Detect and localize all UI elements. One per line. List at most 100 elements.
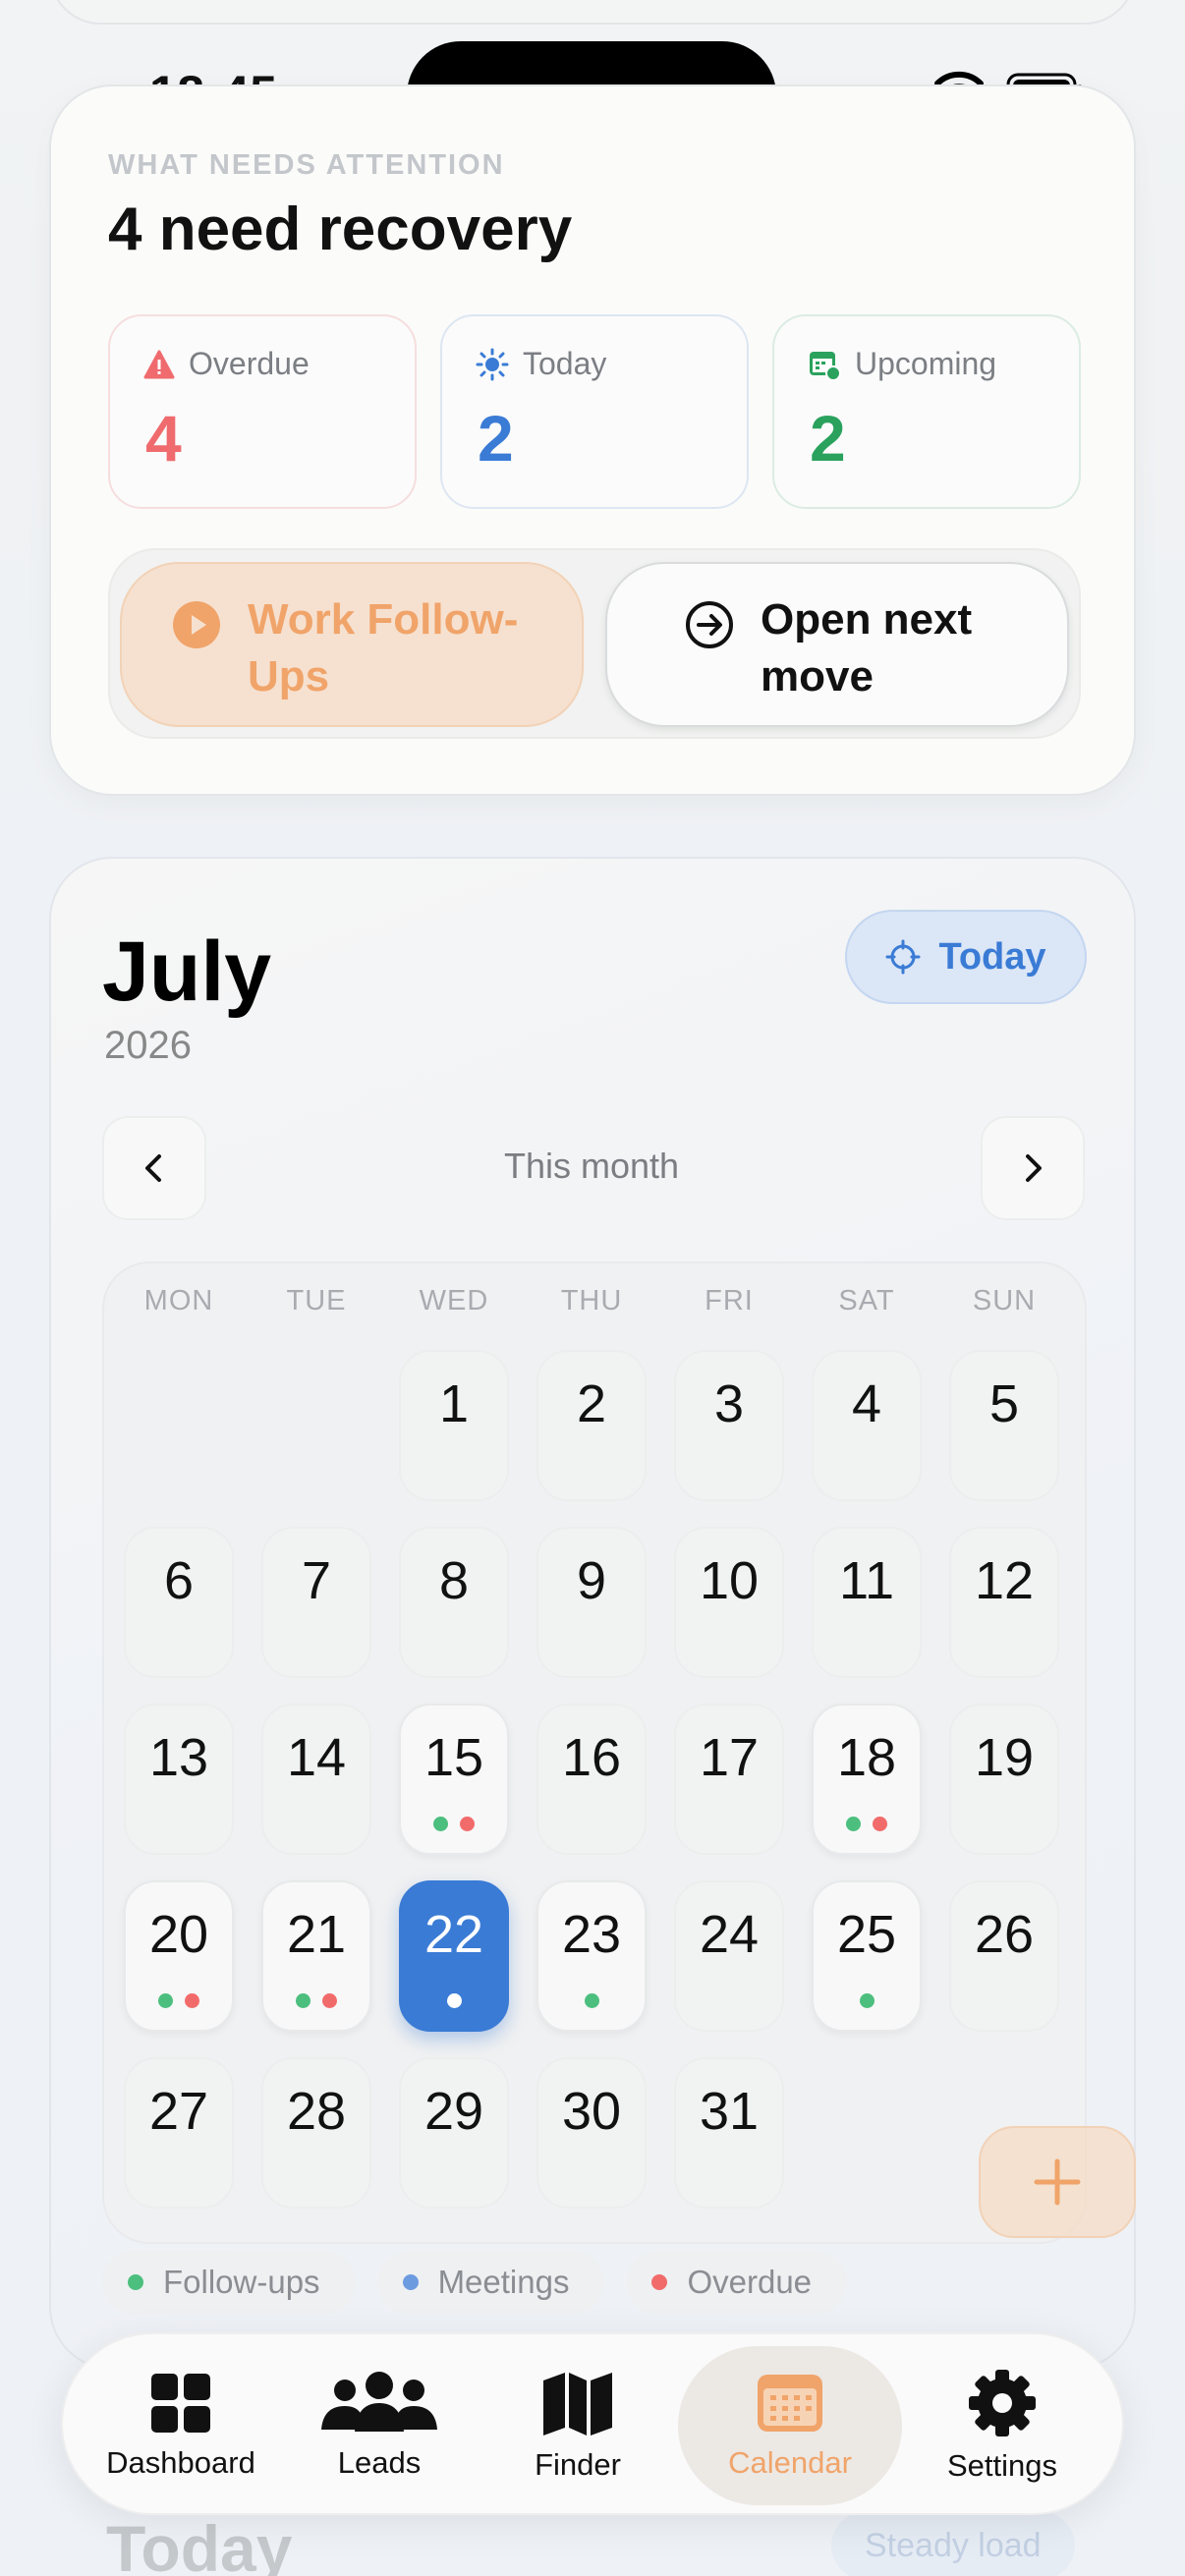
calendar-day[interactable]: 21 [261, 1880, 371, 2032]
followup-event-dot [158, 1993, 173, 2008]
plus-icon [1034, 2158, 1081, 2206]
calendar-day[interactable]: 5 [949, 1350, 1059, 1501]
calendar-day[interactable]: 10 [674, 1527, 784, 1678]
calendar-day[interactable]: 9 [536, 1527, 647, 1678]
tab-leads[interactable]: Leads [281, 2346, 478, 2505]
calendar-day[interactable]: 8 [399, 1527, 509, 1678]
work-follow-ups-button[interactable]: Work Follow-Ups [120, 562, 584, 727]
calendar-day[interactable]: 24 [674, 1880, 784, 2032]
day-number: 24 [699, 1905, 760, 1964]
arrow-circle-icon [686, 601, 733, 648]
tab-calendar-label: Calendar [728, 2445, 852, 2480]
followup-event-dot [584, 1993, 599, 2008]
day-number: 27 [148, 2082, 209, 2141]
followup-event-dot [433, 1817, 448, 1831]
calendar-day[interactable]: 1 [399, 1350, 509, 1501]
overdue-event-dot [873, 1817, 887, 1831]
weekday-header: MON [143, 1285, 214, 1316]
calendar-day[interactable]: 19 [949, 1704, 1059, 1855]
calendar-day[interactable]: 4 [812, 1350, 922, 1501]
day-number: 18 [836, 1728, 897, 1787]
selected-event-dot [446, 1993, 462, 2008]
calendar-day[interactable]: 3 [674, 1350, 784, 1501]
day-number: 23 [561, 1905, 622, 1964]
calendar-day[interactable]: 18 [812, 1704, 922, 1855]
calendar-day[interactable]: 31 [674, 2057, 784, 2209]
map-icon [543, 2373, 612, 2436]
overdue-count: 4 [145, 402, 182, 475]
day-number: 11 [838, 1551, 895, 1610]
gear-icon [969, 2370, 1036, 2436]
add-button[interactable] [979, 2126, 1136, 2238]
calendar-day[interactable]: 25 [812, 1880, 922, 2032]
overdue-event-dot [185, 1993, 199, 2008]
grid-icon [151, 2374, 210, 2433]
calendar-day[interactable]: 7 [261, 1527, 371, 1678]
legend-followups-label: Follow-ups [163, 2264, 320, 2300]
range-label: This month [503, 1146, 680, 1186]
tab-calendar[interactable]: Calendar [678, 2346, 902, 2505]
overdue-event-dot [322, 1993, 337, 2008]
today-count: 2 [478, 402, 514, 475]
calendar-day[interactable]: 17 [674, 1704, 784, 1855]
day-number: 22 [423, 1905, 484, 1964]
next-month-button[interactable] [981, 1116, 1085, 1220]
work-follow-ups-label: Work Follow-Ups [248, 595, 519, 700]
overdue-stat[interactable]: Overdue 4 [108, 314, 417, 509]
calendar-day[interactable]: 12 [949, 1527, 1059, 1678]
upcoming-label: Upcoming [855, 346, 997, 381]
calendar-day[interactable]: 14 [261, 1704, 371, 1855]
previous-card-edge [49, 0, 1136, 25]
calendar-day[interactable]: 16 [536, 1704, 647, 1855]
weekday-header: TUE [286, 1285, 347, 1316]
day-number: 30 [561, 2082, 622, 2141]
tab-dashboard-label: Dashboard [106, 2445, 255, 2480]
calendar-day[interactable]: 11 [812, 1527, 922, 1678]
calendar-day[interactable]: 26 [949, 1880, 1059, 2032]
tab-settings[interactable]: Settings [904, 2346, 1100, 2505]
upcoming-stat[interactable]: Upcoming 2 [772, 314, 1081, 509]
day-number: 12 [974, 1551, 1035, 1610]
calendar-day[interactable]: 20 [124, 1880, 234, 2032]
calendar-day-selected[interactable]: 22 [399, 1880, 509, 2032]
today-label: Today [523, 346, 607, 381]
event-dots [126, 1993, 232, 2008]
overdue-label: Overdue [189, 346, 310, 381]
today-button[interactable]: Today [845, 910, 1087, 1004]
legend-meetings-label: Meetings [437, 2264, 570, 2300]
calendar-day[interactable]: 29 [399, 2057, 509, 2209]
weekday-header: FRI [705, 1285, 754, 1316]
day-number: 7 [301, 1551, 332, 1610]
calendar-day[interactable]: 13 [124, 1704, 234, 1855]
warning-icon [143, 350, 175, 378]
calendar-day[interactable]: 2 [536, 1350, 647, 1501]
legend-overdue: Overdue [626, 2250, 848, 2315]
attention-label: WHAT NEEDS ATTENTION [108, 149, 505, 181]
chevron-right-icon [1026, 1154, 1042, 1182]
calendar-day[interactable]: 27 [124, 2057, 234, 2209]
day-number: 25 [836, 1905, 897, 1964]
calendar-day[interactable]: 30 [536, 2057, 647, 2209]
tab-finder[interactable]: Finder [480, 2346, 676, 2505]
tab-dashboard[interactable]: Dashboard [83, 2346, 279, 2505]
calendar-day[interactable]: 15 [399, 1704, 509, 1855]
overdue-event-dot [460, 1817, 475, 1831]
previous-month-button[interactable] [102, 1116, 206, 1220]
legend-overdue-label: Overdue [687, 2264, 813, 2300]
calendar-day[interactable]: 28 [261, 2057, 371, 2209]
day-number: 14 [286, 1728, 347, 1787]
overdue-dot [651, 2274, 668, 2290]
calendar-card: July 2026 Today This month MON TUE WED TH [49, 857, 1136, 2370]
open-next-move-button[interactable]: Open next move [605, 562, 1069, 727]
calendar-day[interactable]: 23 [536, 1880, 647, 2032]
tab-leads-label: Leads [337, 2445, 422, 2480]
upcoming-count: 2 [810, 402, 846, 475]
day-number: 5 [988, 1374, 1020, 1433]
open-next-move-label: Open next move [761, 595, 973, 700]
day-number: 3 [713, 1374, 745, 1433]
play-circle-icon [173, 601, 220, 648]
today-stat[interactable]: Today 2 [440, 314, 749, 509]
calendar-day[interactable]: 6 [124, 1527, 234, 1678]
calendar-badge-icon [810, 351, 841, 381]
weekday-header: THU [560, 1285, 623, 1316]
